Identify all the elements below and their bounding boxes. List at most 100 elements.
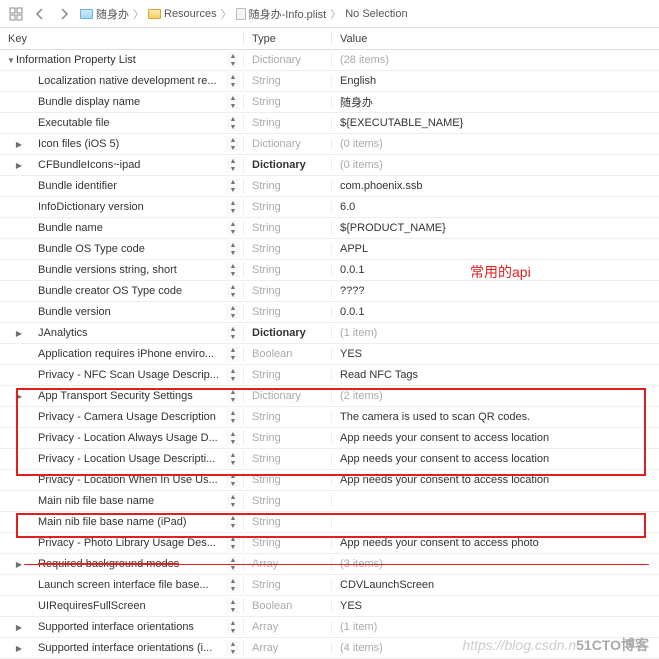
type-cell[interactable]: String bbox=[244, 264, 332, 276]
table-row[interactable]: Main nib file base name▲▼String bbox=[0, 491, 659, 512]
stepper-down-icon[interactable]: ▼ bbox=[226, 522, 240, 530]
stepper-down-icon[interactable]: ▼ bbox=[226, 270, 240, 278]
crumb-selection[interactable]: No Selection bbox=[343, 8, 409, 20]
key-cell[interactable]: Bundle versions string, short▲▼ bbox=[0, 262, 244, 278]
stepper-up-icon[interactable]: ▲ bbox=[226, 304, 240, 312]
stepper-up-icon[interactable]: ▲ bbox=[226, 640, 240, 648]
stepper-down-icon[interactable]: ▼ bbox=[226, 249, 240, 257]
key-stepper[interactable]: ▲▼ bbox=[226, 640, 240, 656]
stepper-up-icon[interactable]: ▲ bbox=[226, 535, 240, 543]
key-cell[interactable]: Privacy - NFC Scan Usage Descrip...▲▼ bbox=[0, 367, 244, 383]
table-row[interactable]: InfoDictionary version▲▼String6.0 bbox=[0, 197, 659, 218]
key-stepper[interactable]: ▲▼ bbox=[226, 514, 240, 530]
back-button[interactable] bbox=[30, 4, 50, 24]
stepper-up-icon[interactable]: ▲ bbox=[226, 52, 240, 60]
stepper-down-icon[interactable]: ▼ bbox=[226, 648, 240, 656]
key-cell[interactable]: Launch screen interface file base...▲▼ bbox=[0, 577, 244, 593]
value-cell[interactable]: ${EXECUTABLE_NAME} bbox=[332, 117, 659, 129]
stepper-up-icon[interactable]: ▲ bbox=[226, 346, 240, 354]
stepper-up-icon[interactable]: ▲ bbox=[226, 241, 240, 249]
value-cell[interactable]: App needs your consent to access locatio… bbox=[332, 453, 659, 465]
key-stepper[interactable]: ▲▼ bbox=[226, 535, 240, 551]
key-cell[interactable]: Bundle creator OS Type code▲▼ bbox=[0, 283, 244, 299]
key-stepper[interactable]: ▲▼ bbox=[226, 283, 240, 299]
value-cell[interactable]: The camera is used to scan QR codes. bbox=[332, 411, 659, 423]
table-row[interactable]: Bundle OS Type code▲▼StringAPPL bbox=[0, 239, 659, 260]
stepper-down-icon[interactable]: ▼ bbox=[226, 228, 240, 236]
stepper-down-icon[interactable]: ▼ bbox=[226, 396, 240, 404]
stepper-up-icon[interactable]: ▲ bbox=[226, 577, 240, 585]
type-cell[interactable]: String bbox=[244, 495, 332, 507]
crumb-file[interactable]: 随身办-Info.plist bbox=[234, 6, 329, 22]
key-stepper[interactable]: ▲▼ bbox=[226, 325, 240, 341]
key-cell[interactable]: ▶Required background modes▲▼ bbox=[0, 556, 244, 572]
table-row[interactable]: Privacy - Location Usage Descripti...▲▼S… bbox=[0, 449, 659, 470]
key-cell[interactable]: Privacy - Location Usage Descripti...▲▼ bbox=[0, 451, 244, 467]
type-cell[interactable]: String bbox=[244, 243, 332, 255]
type-cell[interactable]: String bbox=[244, 117, 332, 129]
stepper-down-icon[interactable]: ▼ bbox=[226, 123, 240, 131]
crumb-project[interactable]: 随身办 bbox=[78, 6, 131, 22]
chevron-right-icon[interactable]: ▶ bbox=[14, 161, 24, 170]
key-stepper[interactable]: ▲▼ bbox=[226, 178, 240, 194]
type-cell[interactable]: String bbox=[244, 579, 332, 591]
table-row[interactable]: Main nib file base name (iPad)▲▼String bbox=[0, 512, 659, 533]
table-row[interactable]: Bundle display name▲▼String随身办 bbox=[0, 92, 659, 113]
value-cell[interactable]: (2 items) bbox=[332, 390, 659, 402]
table-row[interactable]: Localization native development re...▲▼S… bbox=[0, 71, 659, 92]
value-cell[interactable]: English bbox=[332, 75, 659, 87]
value-cell[interactable]: com.phoenix.ssb bbox=[332, 180, 659, 192]
type-cell[interactable]: Array bbox=[244, 621, 332, 633]
table-row[interactable]: Bundle creator OS Type code▲▼String???? bbox=[0, 281, 659, 302]
stepper-up-icon[interactable]: ▲ bbox=[226, 619, 240, 627]
key-stepper[interactable]: ▲▼ bbox=[226, 619, 240, 635]
stepper-up-icon[interactable]: ▲ bbox=[226, 283, 240, 291]
stepper-down-icon[interactable]: ▼ bbox=[226, 417, 240, 425]
type-cell[interactable]: Dictionary bbox=[244, 159, 332, 171]
type-cell[interactable]: String bbox=[244, 201, 332, 213]
table-row[interactable]: ▶App Transport Security Settings▲▼Dictio… bbox=[0, 386, 659, 407]
key-stepper[interactable]: ▲▼ bbox=[226, 598, 240, 614]
stepper-down-icon[interactable]: ▼ bbox=[226, 375, 240, 383]
key-stepper[interactable]: ▲▼ bbox=[226, 136, 240, 152]
stepper-down-icon[interactable]: ▼ bbox=[226, 207, 240, 215]
stepper-up-icon[interactable]: ▲ bbox=[226, 598, 240, 606]
value-cell[interactable]: (1 item) bbox=[332, 621, 659, 633]
stepper-down-icon[interactable]: ▼ bbox=[226, 186, 240, 194]
key-stepper[interactable]: ▲▼ bbox=[226, 493, 240, 509]
table-row[interactable]: Privacy - Location Always Usage D...▲▼St… bbox=[0, 428, 659, 449]
key-stepper[interactable]: ▲▼ bbox=[226, 451, 240, 467]
value-cell[interactable]: (0 items) bbox=[332, 159, 659, 171]
table-row[interactable]: Privacy - NFC Scan Usage Descrip...▲▼Str… bbox=[0, 365, 659, 386]
key-stepper[interactable]: ▲▼ bbox=[226, 52, 240, 68]
stepper-up-icon[interactable]: ▲ bbox=[226, 157, 240, 165]
type-cell[interactable]: Array bbox=[244, 642, 332, 654]
chevron-right-icon[interactable]: ▶ bbox=[14, 329, 24, 338]
table-row[interactable]: ▶CFBundleIcons~ipad▲▼Dictionary(0 items) bbox=[0, 155, 659, 176]
value-cell[interactable]: 随身办 bbox=[332, 94, 659, 110]
stepper-down-icon[interactable]: ▼ bbox=[226, 438, 240, 446]
table-row[interactable]: ▶Required background modes▲▼Array(3 item… bbox=[0, 554, 659, 575]
key-stepper[interactable]: ▲▼ bbox=[226, 199, 240, 215]
chevron-right-icon[interactable]: ▶ bbox=[14, 623, 24, 632]
key-stepper[interactable]: ▲▼ bbox=[226, 577, 240, 593]
stepper-up-icon[interactable]: ▲ bbox=[226, 472, 240, 480]
key-stepper[interactable]: ▲▼ bbox=[226, 220, 240, 236]
value-cell[interactable]: ${PRODUCT_NAME} bbox=[332, 222, 659, 234]
key-cell[interactable]: ▶JAnalytics▲▼ bbox=[0, 325, 244, 341]
chevron-right-icon[interactable]: ▶ bbox=[14, 392, 24, 401]
value-cell[interactable]: (28 items) bbox=[332, 54, 659, 66]
value-cell[interactable]: APPL bbox=[332, 243, 659, 255]
table-row[interactable]: Privacy - Camera Usage Description▲▼Stri… bbox=[0, 407, 659, 428]
stepper-up-icon[interactable]: ▲ bbox=[226, 325, 240, 333]
stepper-down-icon[interactable]: ▼ bbox=[226, 333, 240, 341]
value-cell[interactable]: ???? bbox=[332, 285, 659, 297]
stepper-up-icon[interactable]: ▲ bbox=[226, 451, 240, 459]
type-cell[interactable]: String bbox=[244, 432, 332, 444]
stepper-down-icon[interactable]: ▼ bbox=[226, 501, 240, 509]
key-stepper[interactable]: ▲▼ bbox=[226, 304, 240, 320]
key-cell[interactable]: Privacy - Location Always Usage D...▲▼ bbox=[0, 430, 244, 446]
stepper-up-icon[interactable]: ▲ bbox=[226, 94, 240, 102]
value-cell[interactable]: 6.0 bbox=[332, 201, 659, 213]
value-cell[interactable]: YES bbox=[332, 348, 659, 360]
